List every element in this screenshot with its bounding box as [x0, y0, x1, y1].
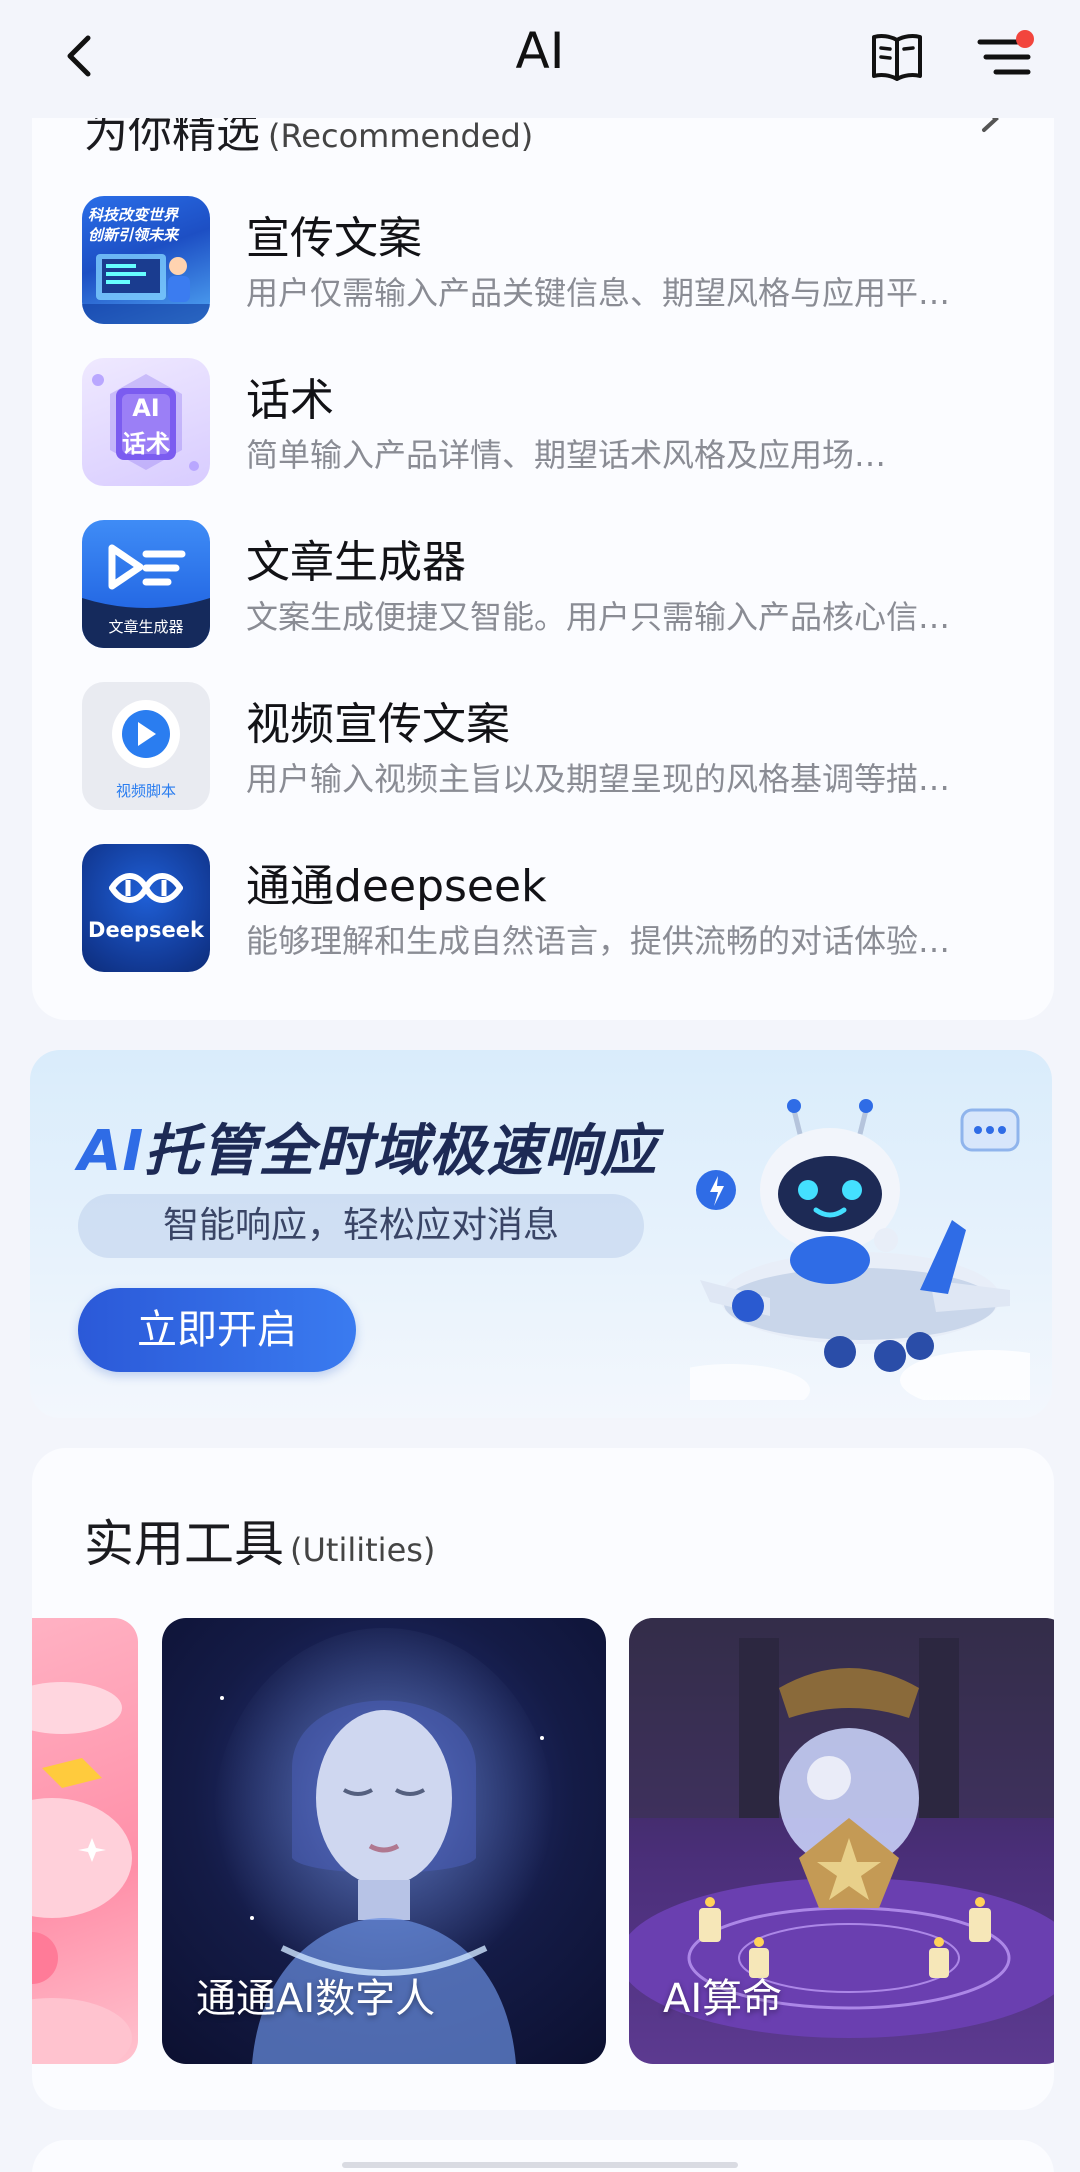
item-title: 视频宣传文案	[246, 699, 510, 750]
notification-dot	[1016, 30, 1034, 48]
ai-hosting-banner[interactable]: AI托管全时域极速响应 智能响应，轻松应对消息 立即开启	[30, 1050, 1052, 1418]
article-generator-icon-text: 文章生成器	[108, 618, 184, 636]
recommended-card: 为你精选 (Recommended) 科技改变世界 创新引领未来 宣传文案 用户仅…	[32, 60, 1054, 1020]
item-description: 用户输入视频主旨以及期望呈现的风格基调等描…	[246, 760, 951, 798]
item-description: 能够理解和生成自然语言，提供流畅的对话体验…	[246, 922, 951, 960]
list-item-ai-script[interactable]: AI 话术 话术 简单输入产品详情、期望话术风格及应用场…	[82, 358, 1032, 488]
ai-script-icon-text-2: 话术	[122, 430, 170, 458]
tool-label-digital-human: 通通AI数字人	[196, 1976, 436, 2022]
promo-copy-icon: 科技改变世界 创新引领未来	[82, 196, 210, 324]
item-title: 话术	[246, 375, 334, 426]
ai-script-icon-text-1: AI	[132, 394, 160, 422]
video-script-icon: 视频脚本	[82, 682, 210, 810]
home-indicator[interactable]	[342, 2162, 738, 2168]
tool-card-digital-human[interactable]: 通通AI数字人	[162, 1618, 606, 2064]
list-item-article-generator[interactable]: 文章生成器 文章生成器 文案生成便捷又智能。用户只需输入产品核心信…	[82, 520, 1032, 650]
banner-title: AI托管全时域极速响应	[78, 1106, 657, 1187]
enable-now-button[interactable]: 立即开启	[78, 1288, 356, 1372]
article-generator-icon: 文章生成器	[82, 520, 210, 648]
item-title: 通通deepseek	[246, 861, 547, 912]
list-item-video-script[interactable]: 视频脚本 视频宣传文案 用户输入视频主旨以及期望呈现的风格基调等描…	[82, 682, 1032, 812]
pink-art-card	[32, 1682, 132, 2064]
deepseek-icon: Deepseek	[82, 844, 210, 972]
item-description: 用户仅需输入产品关键信息、期望风格与应用平…	[246, 274, 951, 312]
recommended-title-en: (Recommended)	[268, 117, 534, 155]
utilities-title-en: (Utilities)	[290, 1531, 436, 1569]
utilities-heading: 实用工具 (Utilities)	[84, 1504, 435, 1576]
robot-airplane-illustration	[690, 1099, 1030, 1400]
tool-label-fortune-telling: AI算命	[663, 1976, 783, 2022]
banner-title-text: 托管全时域极速响应	[144, 1119, 658, 1184]
video-script-icon-text: 视频脚本	[115, 782, 176, 800]
tool-card-fortune-telling[interactable]: AI算命	[629, 1618, 1054, 2064]
item-title: 文章生成器	[246, 537, 466, 588]
banner-title-ai: AI	[78, 1119, 145, 1184]
open-book-icon	[872, 34, 922, 81]
promo-copy-icon-text-1: 科技改变世界	[88, 206, 179, 224]
list-item-deepseek[interactable]: Deepseek 通通deepseek 能够理解和生成自然语言，提供流畅的对话体…	[82, 844, 1032, 974]
guide-button[interactable]	[866, 26, 928, 88]
banner-subtitle: 智能响应，轻松应对消息	[78, 1194, 644, 1258]
utilities-card: 实用工具 (Utilities) 通通AI数字人 AI算命	[32, 1448, 1054, 2110]
promo-copy-icon-text-2: 创新引领未来	[88, 226, 179, 244]
item-title: 宣传文案	[246, 213, 422, 264]
top-bar: AI	[0, 0, 1080, 118]
list-item-promo-copy[interactable]: 科技改变世界 创新引领未来 宣传文案 用户仅需输入产品关键信息、期望风格与应用平…	[82, 196, 1032, 326]
tool-card-pink[interactable]	[32, 1618, 138, 2064]
item-description: 简单输入产品详情、期望话术风格及应用场…	[246, 436, 887, 474]
deepseek-icon-text: Deepseek	[88, 918, 204, 942]
item-description: 文案生成便捷又智能。用户只需输入产品核心信…	[246, 598, 951, 636]
ai-script-icon: AI 话术	[82, 358, 210, 486]
utilities-title: 实用工具	[84, 1515, 284, 1573]
